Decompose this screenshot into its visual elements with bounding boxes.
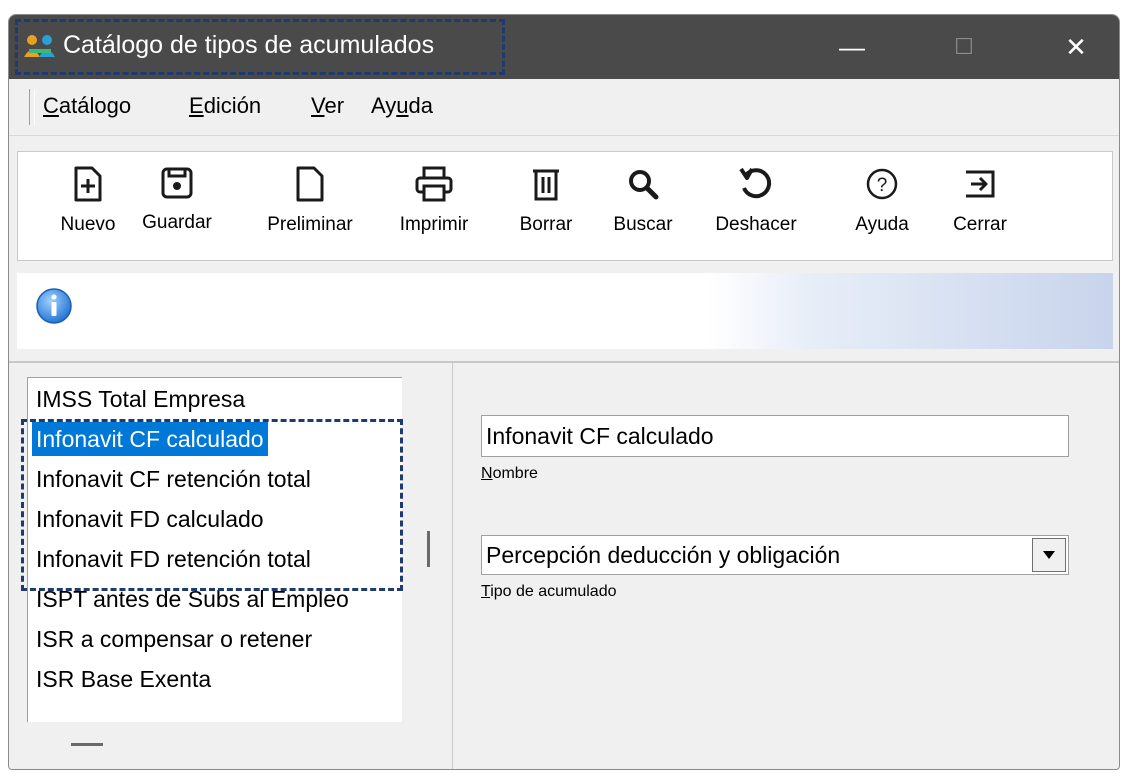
accumulated-types-list[interactable]: IMSS Total Empresa Infonavit CF calculad…: [27, 377, 402, 722]
nuevo-button[interactable]: Nuevo: [48, 166, 128, 236]
nuevo-label: Nuevo: [60, 214, 116, 235]
preliminar-label: Preliminar: [267, 214, 353, 235]
title-highlight: [15, 19, 505, 75]
help-icon: ?: [866, 168, 898, 200]
vertical-scrollbar-thumb[interactable]: [427, 531, 430, 567]
menu-ayuda[interactable]: Ayuda: [371, 93, 433, 119]
save-icon: [161, 167, 193, 199]
nombre-label: Nombre: [481, 465, 538, 482]
buscar-button[interactable]: Buscar: [598, 166, 688, 236]
undo-icon: [739, 167, 772, 199]
list-item[interactable]: ISR Base Exenta: [32, 662, 215, 696]
cerrar-button[interactable]: Cerrar: [940, 166, 1020, 236]
ayuda-label: Ayuda: [855, 214, 909, 235]
guardar-label: Guardar: [142, 212, 212, 233]
print-icon: [415, 166, 453, 202]
close-button[interactable]: ✕: [1041, 15, 1111, 79]
maximize-button[interactable]: ☐: [929, 15, 999, 79]
deshacer-label: Deshacer: [715, 214, 797, 235]
menu-catalogo[interactable]: Catálogo: [43, 93, 131, 119]
left-pane: IMSS Total Empresa Infonavit CF calculad…: [9, 363, 453, 769]
ayuda-button[interactable]: ? Ayuda: [842, 166, 922, 236]
menu-grip[interactable]: [29, 89, 35, 125]
menu-ver[interactable]: Ver: [311, 93, 344, 119]
dropdown-button[interactable]: [1032, 538, 1066, 572]
new-file-icon: [74, 166, 102, 202]
tipo-acumulado-value: Percepción deducción y obligación: [486, 542, 841, 568]
tipo-acumulado-label: Tipo de acumulado: [481, 583, 617, 600]
imprimir-button[interactable]: Imprimir: [386, 166, 482, 236]
preview-document-icon: [296, 166, 324, 202]
info-bar: [17, 273, 1113, 349]
guardar-button[interactable]: Guardar: [132, 166, 222, 234]
preliminar-button[interactable]: Preliminar: [254, 166, 366, 236]
list-item[interactable]: ISR a compensar o retener: [32, 622, 316, 656]
info-icon: [36, 288, 72, 324]
svg-text:?: ?: [877, 175, 888, 196]
list-item[interactable]: IMSS Total Empresa: [32, 382, 249, 416]
menu-edicion[interactable]: Edición: [189, 93, 261, 119]
chevron-down-icon: [1043, 551, 1055, 559]
list-item[interactable]: Infonavit CF retención total: [32, 462, 315, 496]
exit-icon: [966, 170, 995, 198]
horizontal-scrollbar-thumb[interactable]: [71, 743, 103, 746]
search-icon: [629, 170, 659, 200]
list-item[interactable]: ISPT antes de Subs al Empleo: [32, 582, 353, 616]
list-item[interactable]: Infonavit FD retención total: [32, 542, 315, 576]
deshacer-button[interactable]: Deshacer: [700, 166, 812, 236]
title-bar[interactable]: Catálogo de tipos de acumulados — ☐ ✕: [9, 15, 1119, 79]
list-item[interactable]: Infonavit FD calculado: [32, 502, 268, 536]
borrar-button[interactable]: Borrar: [506, 166, 586, 236]
imprimir-label: Imprimir: [399, 214, 469, 235]
toolbar: Nuevo Guardar Preliminar Imprimir Borrar…: [17, 151, 1113, 261]
buscar-label: Buscar: [613, 214, 673, 235]
menu-bar: Catálogo Edición Ver Ayuda: [9, 79, 1119, 136]
trash-icon: [533, 169, 559, 201]
minimize-button[interactable]: —: [817, 15, 887, 79]
cerrar-label: Cerrar: [953, 214, 1007, 235]
right-pane: Infonavit CF calculado Nombre Percepción…: [453, 363, 1119, 769]
tipo-acumulado-select[interactable]: Percepción deducción y obligación: [481, 535, 1069, 575]
nombre-field[interactable]: Infonavit CF calculado: [481, 415, 1069, 457]
list-item-selected[interactable]: Infonavit CF calculado: [32, 422, 268, 456]
borrar-label: Borrar: [519, 214, 573, 235]
window: Catálogo de tipos de acumulados — ☐ ✕ Ca…: [8, 14, 1120, 770]
